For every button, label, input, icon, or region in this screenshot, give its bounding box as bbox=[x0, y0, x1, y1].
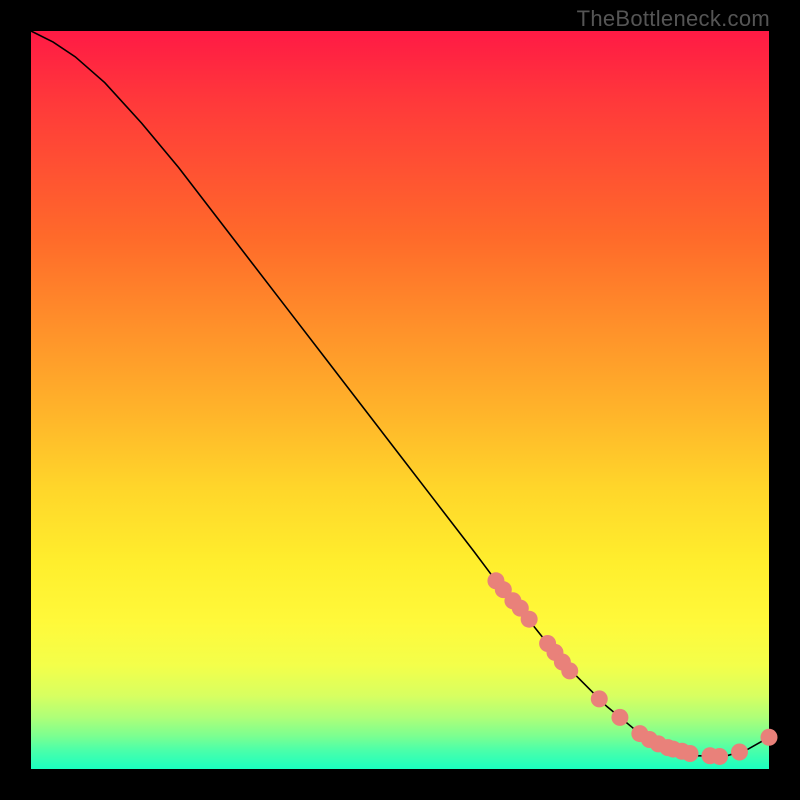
highlight-dot bbox=[611, 709, 628, 726]
highlight-dot bbox=[561, 662, 578, 679]
watermark-label: TheBottleneck.com bbox=[577, 6, 770, 32]
highlight-dot bbox=[711, 748, 728, 765]
chart-frame: TheBottleneck.com bbox=[0, 0, 800, 800]
highlight-dot bbox=[761, 729, 778, 746]
chart-svg bbox=[31, 31, 769, 769]
highlight-dot bbox=[591, 690, 608, 707]
chart-plot-area bbox=[31, 31, 769, 769]
bottleneck-curve bbox=[31, 31, 769, 756]
highlight-dot bbox=[682, 745, 699, 762]
highlight-dots bbox=[487, 572, 777, 765]
highlight-dot bbox=[521, 611, 538, 628]
highlight-dot bbox=[731, 744, 748, 761]
